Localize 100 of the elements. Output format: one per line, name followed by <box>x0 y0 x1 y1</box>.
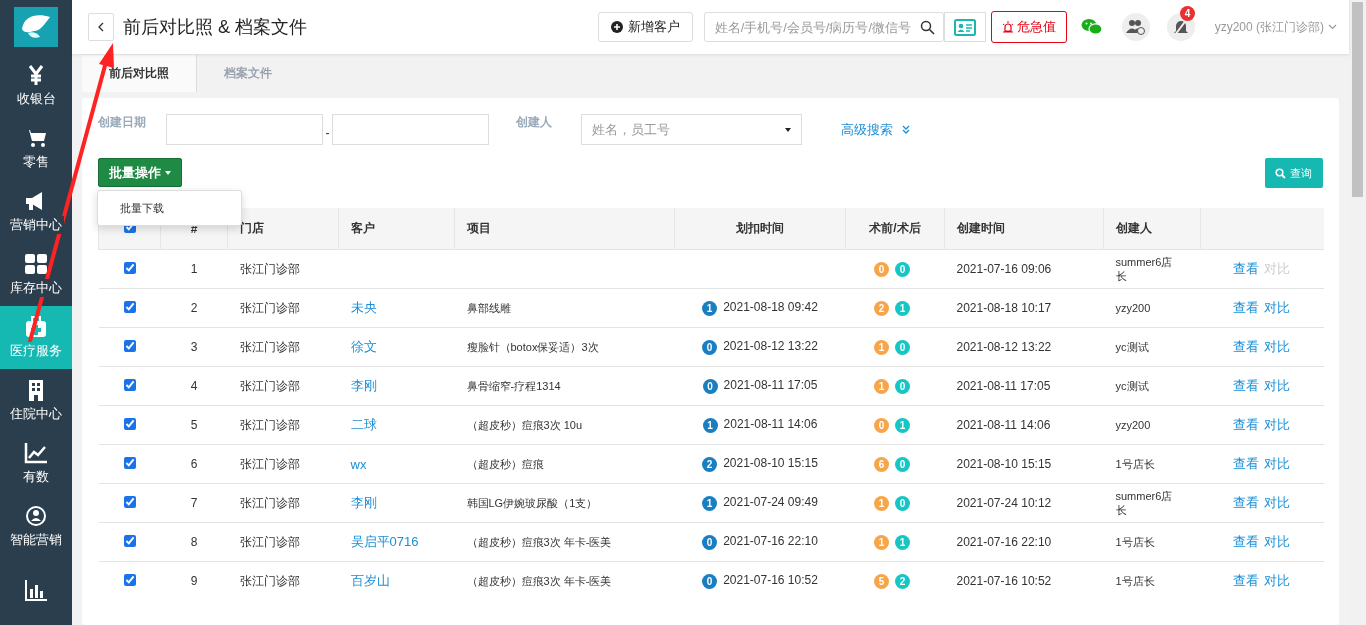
count-badge: 0 <box>895 339 910 355</box>
date-separator: - <box>324 124 331 140</box>
customer-link[interactable]: 徐文 <box>350 339 377 354</box>
search-field[interactable]: 姓名/手机号/会员号/病历号/微信号 <box>703 12 944 42</box>
table-cell: 2021-07-16 22:10 <box>723 534 818 549</box>
user-menu[interactable]: yzy200 (张江门诊部) <box>1214 18 1337 36</box>
sidebar-item[interactable]: 收银台 <box>0 54 72 117</box>
compare-link[interactable]: 对比 <box>1263 417 1290 432</box>
table-cell: 2021-08-11 17:05 <box>956 379 1051 393</box>
view-link[interactable]: 查看 <box>1232 417 1259 432</box>
count-badge: 1 <box>702 417 718 433</box>
sidebar-item[interactable]: 零售 <box>0 117 72 180</box>
siren-icon <box>1001 21 1014 33</box>
compare-link[interactable]: 对比 <box>1263 456 1290 471</box>
table-cell: 张江门诊部 <box>239 300 300 315</box>
count-badge: 0 <box>702 534 718 550</box>
compare-link[interactable]: 对比 <box>1263 339 1290 354</box>
date-field[interactable] <box>332 114 489 145</box>
id-card-icon <box>953 18 976 36</box>
compare-link[interactable]: 对比 <box>1263 573 1290 588</box>
table-cell: 2021-07-16 22:10 <box>956 535 1052 549</box>
row-checkbox[interactable] <box>123 378 136 391</box>
table-cell-text: summer6店长 <box>1115 488 1174 518</box>
view-link[interactable]: 查看 <box>1232 261 1259 276</box>
advanced-search-link[interactable]: 高级搜索 <box>841 120 911 139</box>
column-header: 划扣时间 <box>674 208 846 250</box>
group-clock-icon[interactable] <box>1121 13 1150 41</box>
table-cell-text: yzy200 <box>1115 417 1152 433</box>
count-badge: 6 <box>874 456 889 472</box>
column-header: 门店 <box>227 208 339 250</box>
customer-link[interactable]: 吴启平0716 <box>350 534 419 549</box>
compare-link[interactable]: 对比 <box>1263 300 1290 315</box>
table-cell: 瘦脸针（botox保妥适）3次 <box>466 340 599 353</box>
customer-link[interactable]: 李刚 <box>350 495 377 510</box>
row-checkbox[interactable] <box>123 573 136 586</box>
row-checkbox[interactable] <box>123 456 136 469</box>
id-card-button[interactable] <box>943 12 986 42</box>
bar-chart-icon <box>24 578 48 601</box>
customer-link[interactable]: 二球 <box>350 417 377 432</box>
sidebar-item[interactable]: 营销中心 <box>0 180 72 243</box>
chat-bubbles-icon[interactable] <box>1080 18 1103 36</box>
count-badge: 0 <box>702 378 718 394</box>
table-cell: 张江门诊部 <box>239 339 300 354</box>
row-checkbox[interactable] <box>123 261 136 274</box>
query-button[interactable]: 查询 <box>1265 158 1323 188</box>
row-checkbox[interactable] <box>123 495 136 508</box>
alert-button[interactable]: 危急值 <box>990 11 1067 43</box>
sidebar-item[interactable]: 智能营销 <box>0 495 72 558</box>
customer-link[interactable]: 李刚 <box>350 378 377 393</box>
page-title: 前后对比照 & 档案文件 <box>123 16 307 39</box>
sidebar-item[interactable]: 住院中心 <box>0 369 72 432</box>
tab[interactable]: 档案文件 <box>197 55 299 92</box>
date-field[interactable] <box>166 114 323 145</box>
table-cell: 2021-08-18 10:17 <box>956 301 1052 315</box>
row-checkbox[interactable] <box>123 417 136 430</box>
creator-select[interactable]: 姓名，员工号 <box>581 114 802 145</box>
table-cell: 8 <box>190 535 198 549</box>
table-cell: 2021-08-10 15:15 <box>956 457 1052 471</box>
back-button[interactable] <box>88 13 114 41</box>
compare-link[interactable]: 对比 <box>1263 534 1290 549</box>
trend-chart-icon <box>24 441 48 464</box>
table-cell-text: yzy200 <box>1115 300 1152 316</box>
count-badge: 1 <box>895 534 910 550</box>
double-chevron-down-icon <box>901 124 911 135</box>
table-cell: 张江门诊部 <box>239 495 300 510</box>
sidebar-item[interactable]: 库存中心 <box>0 243 72 306</box>
table-cell: 9 <box>190 574 198 588</box>
customer-link[interactable]: 未央 <box>350 300 377 315</box>
sidebar-item[interactable]: 医疗服务 <box>0 306 72 369</box>
view-link[interactable]: 查看 <box>1232 573 1259 588</box>
batch-actions-button[interactable]: 批量操作 <box>98 158 182 187</box>
search-icon <box>1275 167 1286 179</box>
row-checkbox[interactable] <box>123 300 136 313</box>
table-cell: （超皮秒）痘痕3次 年卡-医美 <box>466 535 612 548</box>
table-cell: 张江门诊部 <box>239 261 300 276</box>
compare-link[interactable]: 对比 <box>1263 378 1290 393</box>
compare-link[interactable]: 对比 <box>1263 495 1290 510</box>
table-cell: 鼻骨缩窄-疗程1314 <box>466 379 561 392</box>
search-icon <box>919 19 935 35</box>
view-link[interactable]: 查看 <box>1232 339 1259 354</box>
view-link[interactable]: 查看 <box>1232 378 1259 393</box>
row-checkbox[interactable] <box>123 534 136 547</box>
view-link[interactable]: 查看 <box>1232 456 1259 471</box>
notification-badge: 4 <box>1180 6 1195 21</box>
plus-circle-icon <box>610 21 623 33</box>
table-cell: 2021-08-10 15:15 <box>723 456 818 471</box>
view-link[interactable]: 查看 <box>1232 495 1259 510</box>
view-link[interactable]: 查看 <box>1232 534 1259 549</box>
count-badge: 1 <box>895 417 910 433</box>
view-link[interactable]: 查看 <box>1232 300 1259 315</box>
count-badge: 1 <box>874 378 889 394</box>
count-badge: 2 <box>874 300 889 316</box>
tab[interactable]: 前后对比照 <box>82 54 197 92</box>
customer-link[interactable]: 百岁山 <box>350 573 390 588</box>
table-cell: 2021-07-16 10:52 <box>723 573 818 588</box>
table-cell: 7 <box>190 496 198 510</box>
new-customer-button[interactable]: 新增客户 <box>597 12 693 42</box>
row-checkbox[interactable] <box>123 339 136 352</box>
customer-link[interactable]: wx <box>350 456 367 472</box>
sidebar-item[interactable]: 有数 <box>0 432 72 495</box>
